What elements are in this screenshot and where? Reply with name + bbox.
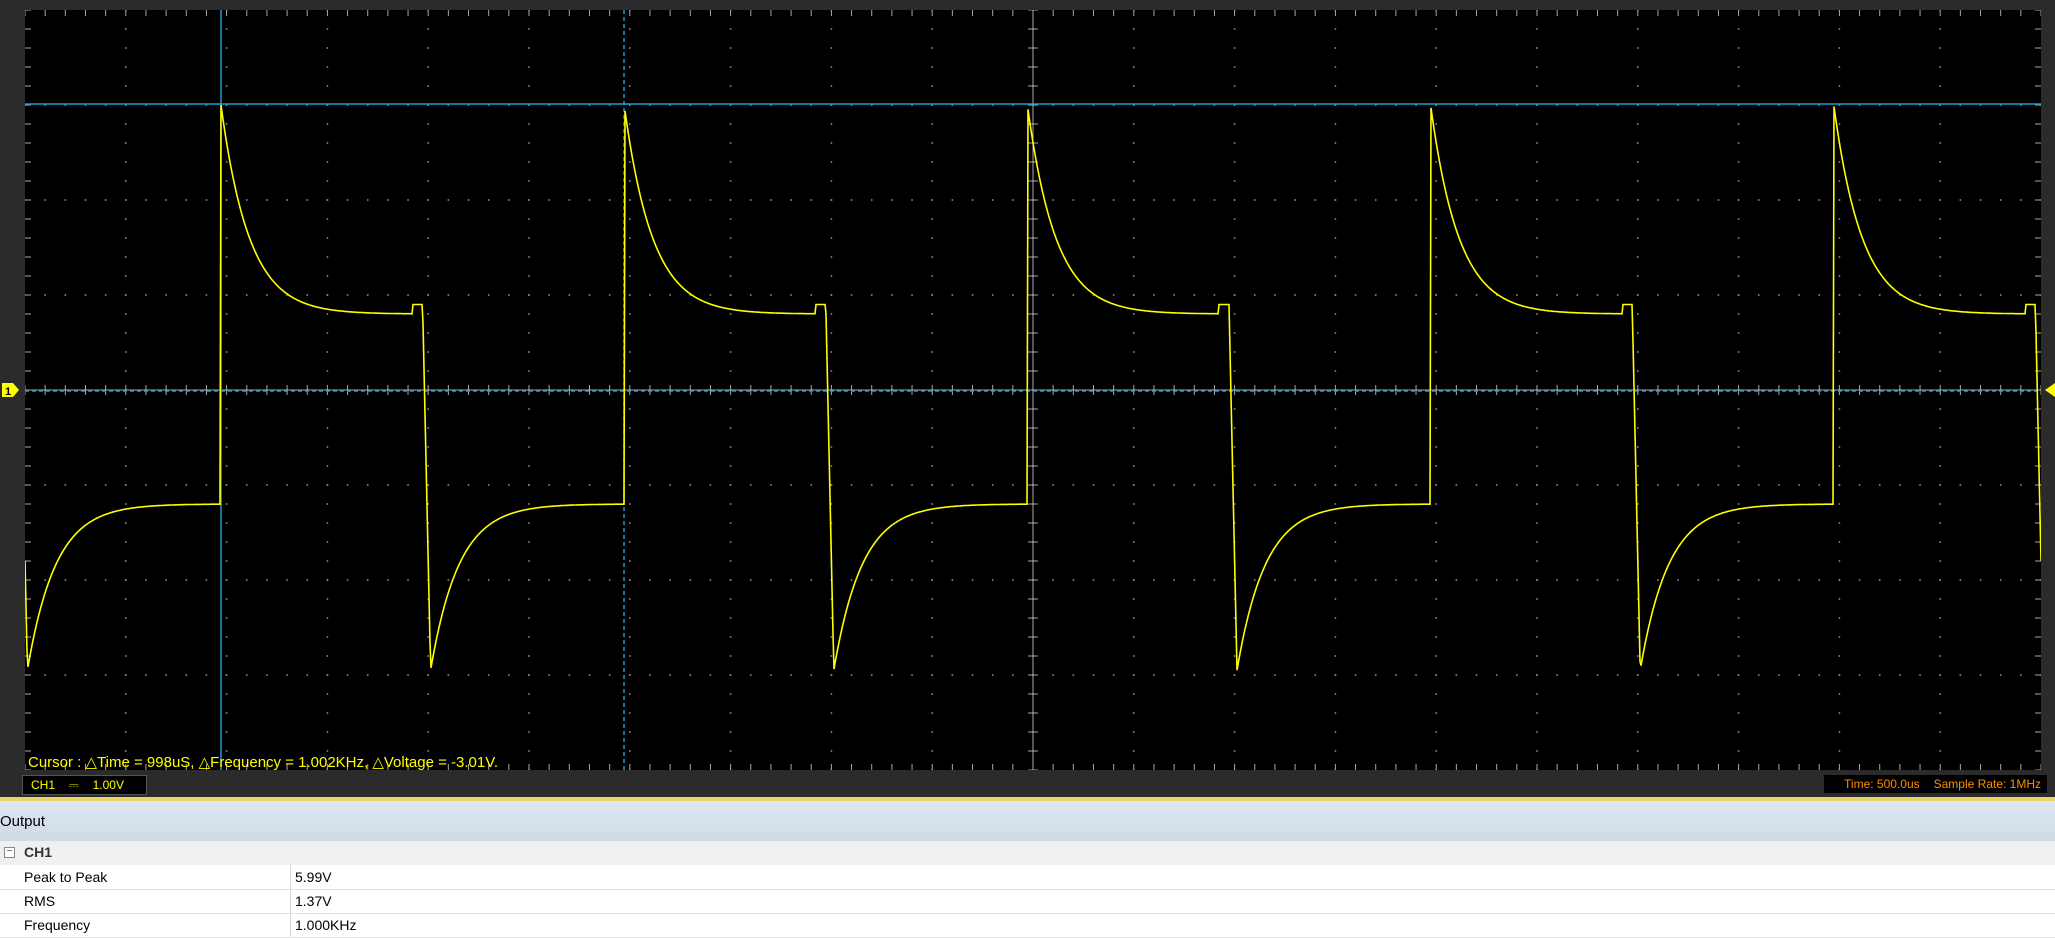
- property-value: 5.99V: [295, 869, 332, 885]
- column-separator: [290, 889, 291, 913]
- channel-scale-box[interactable]: CH1 ⎓ 1.00V: [22, 775, 147, 795]
- channel-label: CH1: [31, 778, 56, 792]
- column-separator: [290, 913, 291, 937]
- cursor-readout: Cursor : △Time = 998uS, △Frequency = 1.0…: [28, 754, 498, 770]
- output-title: Output: [0, 813, 46, 830]
- group-label: CH1: [24, 844, 53, 860]
- output-header: Output: [0, 801, 2055, 841]
- property-row[interactable]: Peak to Peak 5.99V: [0, 865, 2055, 890]
- collapse-icon[interactable]: −: [4, 847, 15, 858]
- output-panel: Output − CH1 Peak to Peak 5.99V RMS 1.37…: [0, 801, 2055, 938]
- coupling-icon: ⎓: [69, 778, 79, 792]
- property-row[interactable]: RMS 1.37V: [0, 889, 2055, 914]
- property-value: 1.37V: [295, 893, 332, 909]
- ch1-level-marker[interactable]: 1: [2, 382, 20, 398]
- trigger-level-marker[interactable]: [2045, 383, 2055, 397]
- property-row[interactable]: Frequency 1.000KHz: [0, 913, 2055, 938]
- time-per-div: Time: 500.0us: [1844, 777, 1920, 791]
- property-name: Peak to Peak: [24, 869, 108, 885]
- volts-per-div: 1.00V: [92, 778, 124, 792]
- ch1-group-row[interactable]: − CH1: [0, 841, 2055, 865]
- ch1-marker-label: 1: [5, 386, 11, 398]
- oscilloscope-frame: Cursor : △Time = 998uS, △Frequency = 1.0…: [0, 0, 2055, 800]
- grid: [25, 10, 2041, 770]
- sample-rate: Sample Rate: 1MHz: [1933, 777, 2041, 791]
- property-value: 1.000KHz: [295, 917, 357, 933]
- timebase-box: Time: 500.0us Sample Rate: 1MHz: [1824, 775, 2047, 793]
- status-bar: CH1 ⎓ 1.00V Time: 500.0us Sample Rate: 1MHz: [0, 772, 2055, 797]
- property-name: Frequency: [24, 917, 91, 933]
- property-name: RMS: [24, 893, 56, 909]
- column-separator: [290, 865, 291, 889]
- scope-screen[interactable]: Cursor : △Time = 998uS, △Frequency = 1.0…: [25, 10, 2041, 770]
